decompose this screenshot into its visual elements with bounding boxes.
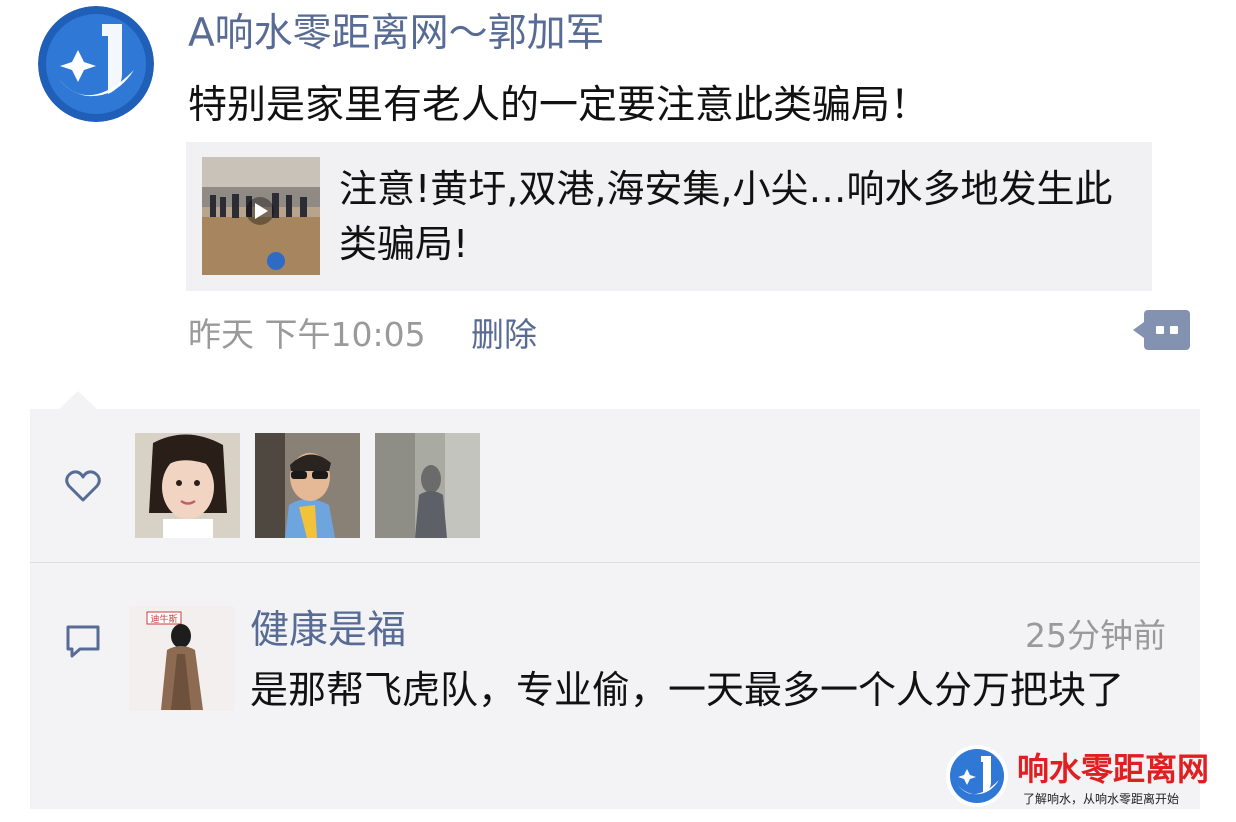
commenter-avatar-brand: 迪牛斯 — [150, 613, 177, 625]
more-options-button[interactable] — [1132, 309, 1190, 351]
watermark-subtitle: 了解响水，从响水零距离开始 — [1023, 792, 1180, 806]
commenter-avatar[interactable]: 迪牛斯 — [129, 606, 234, 711]
like-avatar-woman[interactable] — [135, 433, 240, 538]
post-timestamp: 昨天 下午10:05 — [188, 315, 426, 354]
comment-icon — [66, 625, 100, 658]
delete-button[interactable]: 删除 — [471, 308, 537, 356]
like-avatar-man-sunglasses[interactable] — [255, 433, 360, 538]
shared-link-title[interactable]: 注意!黄圩,双港,海安集,小尖…响水多地发生此类骗局! — [339, 162, 1139, 272]
site-watermark: 响水零距离网 了解响水，从响水零距离开始 — [945, 742, 1236, 822]
heart-icon — [65, 470, 101, 502]
like-avatar-blurry[interactable] — [375, 433, 480, 538]
interaction-box-pointer — [58, 391, 98, 410]
shared-link-card[interactable]: 注意!黄圩,双港,海安集,小尖…响水多地发生此类骗局! — [186, 142, 1152, 291]
watermark-title: 响水零距离网 — [1017, 750, 1210, 788]
post-text: 特别是家里有老人的一定要注意此类骗局！ — [188, 83, 930, 128]
likes-row — [30, 409, 1200, 562]
site-logo-icon — [38, 6, 154, 122]
commenter-name[interactable]: 健康是福 — [250, 599, 406, 655]
post-author-name[interactable]: A响水零距离网～郭加军 — [188, 2, 605, 58]
author-avatar[interactable] — [38, 6, 154, 122]
watermark-logo-icon — [946, 745, 1008, 807]
shared-video-thumbnail — [202, 157, 320, 275]
comment-more-icon — [1133, 310, 1190, 350]
comment-text[interactable]: 是那帮飞虎队，专业偷，一天最多一个人分万把块了 — [250, 664, 1140, 716]
interaction-divider — [30, 562, 1200, 563]
comment-timestamp: 25分钟前 — [1025, 616, 1166, 655]
